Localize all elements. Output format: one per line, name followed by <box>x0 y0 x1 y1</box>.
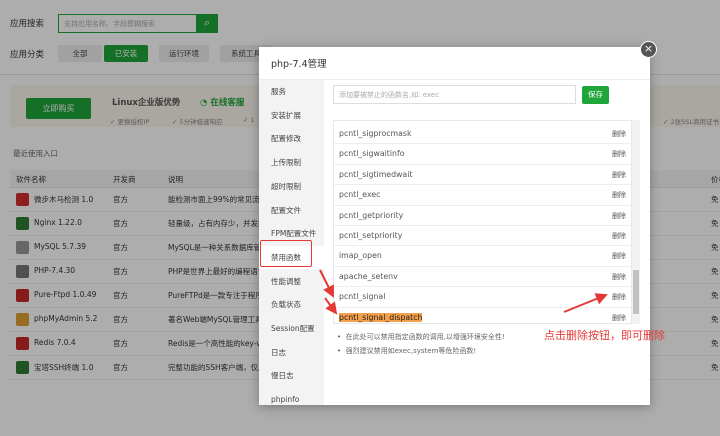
arrow-icon <box>563 293 608 313</box>
arrow-icon <box>319 269 334 298</box>
annotation-arrows <box>319 269 608 315</box>
arrow-icon <box>324 297 338 315</box>
annotation-text: 点击删除按钮，即可删除 <box>544 329 665 342</box>
